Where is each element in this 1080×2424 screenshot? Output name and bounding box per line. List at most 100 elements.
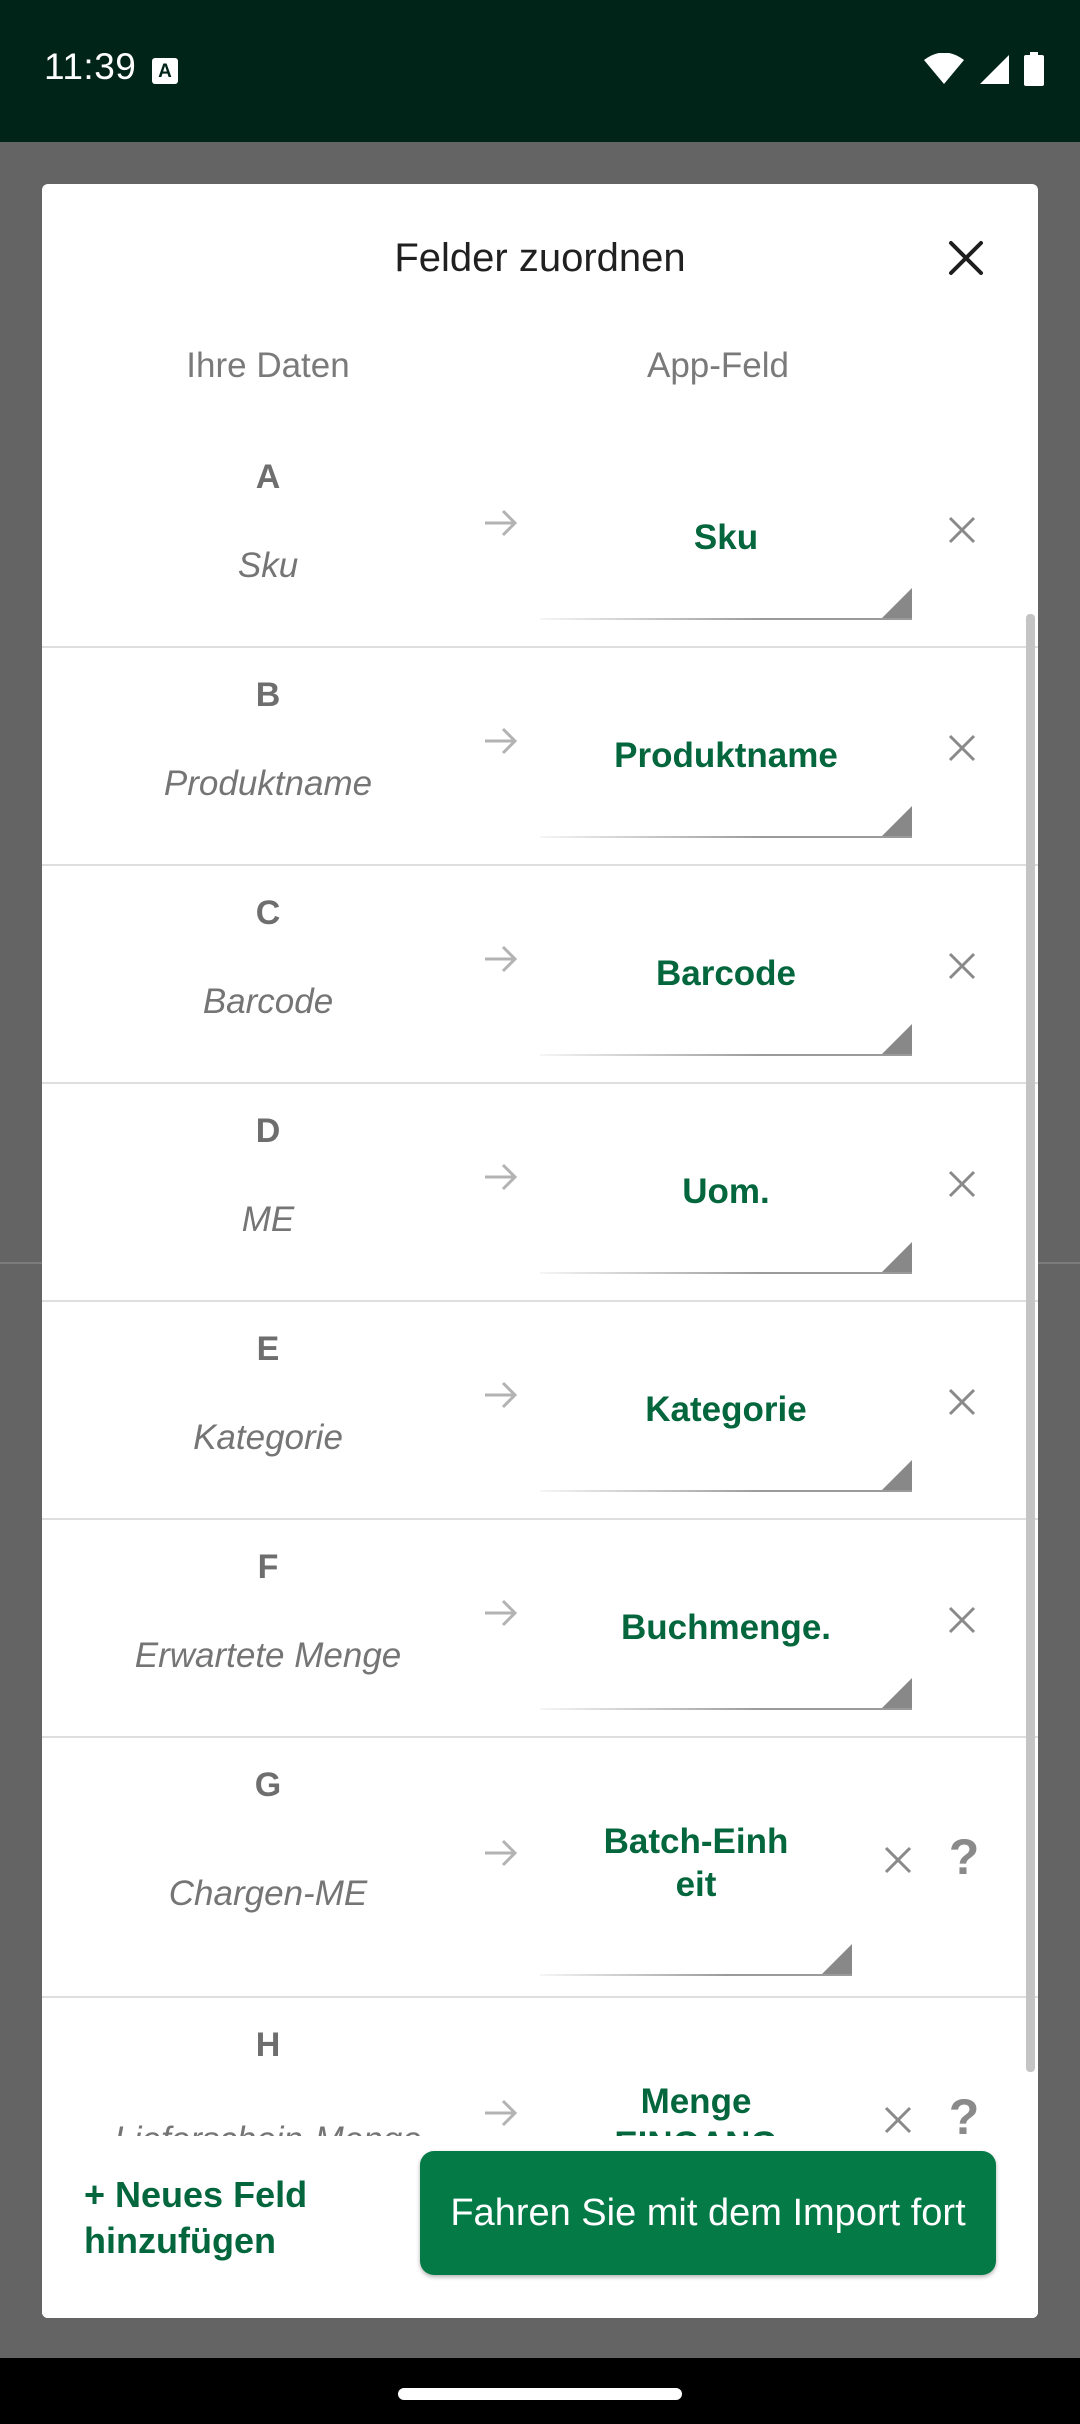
wifi-icon (924, 53, 964, 84)
remove-x-icon (948, 1606, 976, 1634)
app-field-value: Sku (693, 518, 759, 557)
column-letter: H (255, 2026, 281, 2064)
remove-x-icon (948, 952, 976, 980)
app-field-value: Uom. (682, 1172, 770, 1211)
app-field-value: Menge EINGANG (614, 2082, 777, 2136)
app-field-value: Batch-Einh eit (603, 1822, 789, 1904)
dropdown-underline (540, 1974, 852, 1976)
source-field-name: ME (241, 1200, 295, 1239)
dialog-title: Felder zuordnen (394, 236, 686, 280)
remove-mapping-button[interactable] (874, 1836, 922, 1884)
remove-x-icon (884, 1846, 912, 1874)
status-bar: 11:39 A (0, 0, 1080, 142)
help-icon[interactable]: ? (940, 2088, 988, 2136)
app-field-dropdown[interactable]: Buchmenge. (540, 1534, 912, 1724)
remove-mapping-button[interactable] (938, 1378, 986, 1426)
remove-mapping-button[interactable] (938, 506, 986, 554)
navigation-bar (0, 2358, 1080, 2424)
source-field-name: Barcode (202, 982, 334, 1021)
battery-icon (1024, 52, 1044, 86)
dropdown-underline (540, 1490, 912, 1492)
mapping-list[interactable]: A Sku Sku B Produktname Produktname C Ba… (42, 430, 1038, 2136)
remove-mapping-button[interactable] (938, 942, 986, 990)
mapping-row: G Chargen-ME Batch-Einh eit ? (42, 1738, 1038, 1998)
add-new-field-link[interactable]: + Neues Feld hinzufügen (84, 2172, 404, 2264)
source-field-name: Erwartete Menge (134, 1636, 402, 1675)
source-field-name: Chargen-ME (168, 1874, 368, 1913)
arrow-right-icon (466, 726, 536, 756)
dropdown-underline (540, 836, 912, 838)
app-field-dropdown[interactable]: Uom. (540, 1098, 912, 1288)
app-field-value: Produktname (614, 736, 838, 775)
map-fields-dialog: Felder zuordnen Ihre Daten App-Feld A Sk… (42, 184, 1038, 2318)
arrow-right-icon (466, 1380, 536, 1410)
arrow-right-icon (466, 2098, 536, 2128)
column-letter: B (255, 676, 281, 714)
help-icon[interactable]: ? (940, 1828, 988, 1886)
app-field-dropdown[interactable]: Kategorie (540, 1316, 912, 1506)
app-field-dropdown[interactable]: Sku (540, 444, 912, 634)
app-field-value: Barcode (655, 954, 797, 993)
dropdown-triangle-icon (882, 588, 912, 618)
arrow-right-icon (466, 944, 536, 974)
mapping-row: D ME Uom. (42, 1084, 1038, 1302)
scrollbar[interactable] (1026, 614, 1035, 2072)
source-field-name: Kategorie (193, 1418, 343, 1457)
close-icon (949, 241, 983, 275)
dropdown-triangle-icon (822, 1944, 852, 1974)
home-gesture-handle[interactable] (398, 2388, 682, 2400)
arrow-right-icon (466, 508, 536, 538)
column-letter: A (255, 458, 281, 496)
dropdown-triangle-icon (882, 806, 912, 836)
status-icons (924, 52, 1044, 86)
source-field-name: Produktname (163, 764, 373, 803)
remove-x-icon (884, 2106, 912, 2134)
remove-x-icon (948, 1388, 976, 1416)
mapping-row: H Lieferschein-Menge Menge EINGANG ? (42, 1998, 1038, 2136)
app-field-dropdown[interactable]: Barcode (540, 880, 912, 1070)
column-letter: C (255, 894, 281, 932)
dropdown-underline (540, 618, 912, 620)
dropdown-triangle-icon (882, 1242, 912, 1272)
dropdown-triangle-icon (882, 1678, 912, 1708)
app-field-value: Kategorie (645, 1390, 807, 1429)
app-field-dropdown[interactable]: Produktname (540, 662, 912, 852)
dialog-footer: + Neues Feld hinzufügen Fahren Sie mit d… (42, 2136, 1038, 2318)
source-field-name: Sku (237, 546, 299, 585)
continue-import-button[interactable]: Fahren Sie mit dem Import fort (420, 2151, 996, 2275)
arrow-right-icon (466, 1838, 536, 1868)
dropdown-underline (540, 1054, 912, 1056)
dropdown-triangle-icon (882, 1460, 912, 1490)
mapping-row: C Barcode Barcode (42, 866, 1038, 1084)
remove-mapping-button[interactable] (938, 1596, 986, 1644)
column-letter: D (255, 1112, 281, 1150)
column-header-app-field: App-Feld (646, 346, 790, 385)
notification-a-icon: A (152, 58, 178, 84)
mapping-row: F Erwartete Menge Buchmenge. (42, 1520, 1038, 1738)
remove-x-icon (948, 1170, 976, 1198)
dropdown-underline (540, 1272, 912, 1274)
status-time: 11:39 (44, 46, 137, 87)
dropdown-underline (540, 1708, 912, 1710)
dropdown-triangle-icon (882, 1024, 912, 1054)
mapping-row: A Sku Sku (42, 430, 1038, 648)
remove-mapping-button[interactable] (938, 724, 986, 772)
column-letter: F (257, 1548, 279, 1586)
column-letter: G (254, 1766, 282, 1804)
arrow-right-icon (466, 1162, 536, 1192)
remove-x-icon (948, 516, 976, 544)
app-field-dropdown[interactable]: Batch-Einh eit (540, 1748, 852, 1988)
app-field-value: Buchmenge. (620, 1608, 832, 1647)
close-button[interactable] (940, 232, 992, 284)
source-field-name: Lieferschein-Menge (72, 2120, 464, 2136)
mapping-row: B Produktname Produktname (42, 648, 1038, 866)
remove-mapping-button[interactable] (938, 1160, 986, 1208)
remove-mapping-button[interactable] (874, 2096, 922, 2136)
arrow-right-icon (466, 1598, 536, 1628)
column-letter: E (256, 1330, 280, 1368)
mapping-row: E Kategorie Kategorie (42, 1302, 1038, 1520)
column-header-your-data: Ihre Daten (186, 346, 350, 385)
signal-icon (980, 55, 1009, 84)
app-field-dropdown[interactable]: Menge EINGANG (540, 2008, 852, 2136)
remove-x-icon (948, 734, 976, 762)
